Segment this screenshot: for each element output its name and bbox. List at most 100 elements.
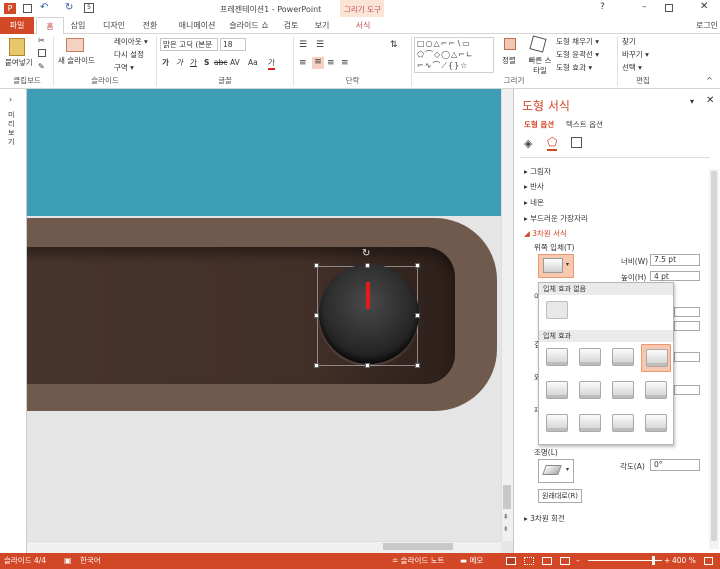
reset-button[interactable]: 다시 설정 xyxy=(114,50,144,60)
zoom-slider[interactable] xyxy=(588,560,662,561)
resize-handle[interactable] xyxy=(365,363,370,368)
slideshow-view-icon[interactable] xyxy=(560,557,570,565)
copy-icon[interactable] xyxy=(38,49,46,57)
section-3d-rotation[interactable]: ▸ 3차원 회전 xyxy=(524,514,565,524)
save-icon[interactable] xyxy=(23,4,32,13)
shape-effects-button[interactable]: 도형 효과 ▾ xyxy=(556,63,592,73)
thumbnail-pane-collapsed[interactable]: › 미리 보기 xyxy=(0,89,27,553)
bevel-option-cross[interactable] xyxy=(608,344,638,372)
bevel-option-hard-edge[interactable] xyxy=(608,410,638,438)
zoom-out-icon[interactable]: – xyxy=(576,553,580,569)
bevel-option-riblet[interactable] xyxy=(575,410,605,438)
font-size-select[interactable]: 18 xyxy=(220,38,246,51)
replace-button[interactable]: 바꾸기 ▾ xyxy=(622,50,649,60)
prev-slide-icon[interactable]: ⇞ xyxy=(503,513,509,521)
bevel-option-circle[interactable] xyxy=(542,344,572,372)
slide-sorter-icon[interactable] xyxy=(524,557,534,565)
undo-icon[interactable]: ↶ xyxy=(40,2,48,13)
notes-button[interactable]: ≐ 슬라이드 노트 xyxy=(392,553,444,569)
section-button[interactable]: 구역 ▾ xyxy=(114,63,134,73)
close-icon[interactable]: ✕ xyxy=(700,1,708,12)
align-left-icon[interactable]: ≡ xyxy=(299,58,307,68)
numbering-icon[interactable]: ☰ xyxy=(316,40,324,50)
size-properties-icon[interactable] xyxy=(571,137,582,148)
signin-link[interactable]: 로그인 xyxy=(694,17,720,34)
minimize-icon[interactable]: – xyxy=(642,2,647,12)
redo-icon[interactable]: ↻ xyxy=(65,2,73,13)
shadow-button[interactable]: S xyxy=(204,58,209,68)
tab-file[interactable]: 파일 xyxy=(0,17,34,34)
quick-styles-button[interactable]: 빠른 스타일 xyxy=(528,56,552,76)
bold-button[interactable]: 가 xyxy=(162,58,169,68)
tab-home[interactable]: 홈 xyxy=(36,17,64,34)
bevel-option-art-deco[interactable] xyxy=(641,410,671,438)
tab-slideshow[interactable]: 슬라이드 쇼 xyxy=(226,17,272,34)
comments-button[interactable]: ▬ 메모 xyxy=(460,553,483,569)
arrange-button[interactable]: 정렬 xyxy=(502,56,516,66)
spin-input[interactable] xyxy=(674,352,700,362)
next-slide-icon[interactable]: ⇟ xyxy=(503,525,509,533)
arrange-icon[interactable] xyxy=(504,38,516,50)
paste-button[interactable]: 붙여넣기 xyxy=(5,58,33,68)
angle-input[interactable]: 0° xyxy=(650,459,700,471)
zoom-in-icon[interactable]: + xyxy=(664,553,670,569)
resize-handle[interactable] xyxy=(314,313,319,318)
reset-3d-button[interactable]: 원래대로(R) xyxy=(538,489,582,503)
shapes-gallery[interactable]: □○△⌐⌐∖▭ ⬠⌒◇◯△⌐∟ ⌐∿⌒⟋{}☆ xyxy=(414,37,494,73)
proofing-icon[interactable]: ▣ xyxy=(64,553,72,569)
tab-review[interactable]: 검토 xyxy=(278,17,304,34)
resize-handle[interactable] xyxy=(314,363,319,368)
font-name-select[interactable]: 맑은 고딕 (본문 xyxy=(160,38,218,51)
bevel-option-cool-slant[interactable] xyxy=(641,344,671,372)
tab-animations[interactable]: 애니메이션 xyxy=(170,17,224,34)
bevel-option-slope[interactable] xyxy=(641,377,671,405)
paste-icon[interactable] xyxy=(9,38,25,56)
language-status[interactable]: 한국어 xyxy=(80,553,101,569)
fit-to-window-icon[interactable] xyxy=(704,557,713,565)
find-button[interactable]: 찾기 xyxy=(622,37,636,47)
section-reflection[interactable]: ▸ 반사 xyxy=(524,182,544,192)
select-button[interactable]: 선택 ▾ xyxy=(622,63,642,73)
tab-design[interactable]: 디자인 xyxy=(98,17,130,34)
change-case-button[interactable]: Aa xyxy=(248,58,258,68)
bullets-icon[interactable]: ☰ xyxy=(299,40,307,50)
rotate-handle-icon[interactable]: ↻ xyxy=(362,248,370,259)
resize-handle[interactable] xyxy=(365,263,370,268)
bevel-option-relaxed-inset[interactable] xyxy=(575,344,605,372)
reading-view-icon[interactable] xyxy=(542,557,552,565)
tab-insert[interactable]: 삽입 xyxy=(64,17,92,34)
pane-options-icon[interactable]: ▾ xyxy=(690,97,694,106)
strikethrough-button[interactable]: abc xyxy=(214,58,227,68)
height-input[interactable]: 4 pt xyxy=(650,271,700,281)
width-input[interactable]: 7.5 pt xyxy=(650,254,700,266)
text-direction-icon[interactable]: ⇅ xyxy=(390,40,398,50)
tab-shape-options[interactable]: 도형 옵션 xyxy=(524,119,554,130)
font-color-button[interactable]: 가 xyxy=(268,58,275,70)
bevel-option-divot[interactable] xyxy=(542,410,572,438)
expand-thumbnails-icon[interactable]: › xyxy=(9,95,12,104)
pane-close-icon[interactable]: ✕ xyxy=(706,95,714,106)
pane-scroll-thumb[interactable] xyxy=(711,171,717,541)
char-spacing-button[interactable]: AV xyxy=(230,58,240,68)
italic-button[interactable]: 가 xyxy=(176,58,183,68)
vertical-scrollbar[interactable] xyxy=(501,89,513,541)
tab-transitions[interactable]: 전환 xyxy=(136,17,164,34)
format-painter-icon[interactable]: ✎ xyxy=(38,62,45,71)
bevel-option-soft-round[interactable] xyxy=(575,377,605,405)
shape-fill-button[interactable]: 도형 채우기 ▾ xyxy=(556,37,599,47)
horizontal-scroll-thumb[interactable] xyxy=(383,543,453,550)
tab-view[interactable]: 보기 xyxy=(308,17,336,34)
resize-handle[interactable] xyxy=(415,263,420,268)
bevel-option-convex[interactable] xyxy=(608,377,638,405)
zoom-level[interactable]: 400 % xyxy=(672,553,696,569)
tab-format[interactable]: 서식 xyxy=(348,17,378,34)
knob-shape[interactable] xyxy=(319,264,419,364)
normal-view-icon[interactable] xyxy=(506,557,516,565)
collapse-ribbon-icon[interactable]: ^ xyxy=(706,76,713,85)
section-soft-edges[interactable]: ▸ 부드러운 가장자리 xyxy=(524,214,588,224)
effects-icon[interactable]: ⬠ xyxy=(547,135,558,151)
slide-canvas[interactable]: ↻ ⇞ ⇟ xyxy=(27,89,513,553)
align-right-icon[interactable]: ≡ xyxy=(327,58,335,68)
bevel-option-angle[interactable] xyxy=(542,377,572,405)
tab-text-options[interactable]: 텍스트 옵션 xyxy=(566,119,603,130)
